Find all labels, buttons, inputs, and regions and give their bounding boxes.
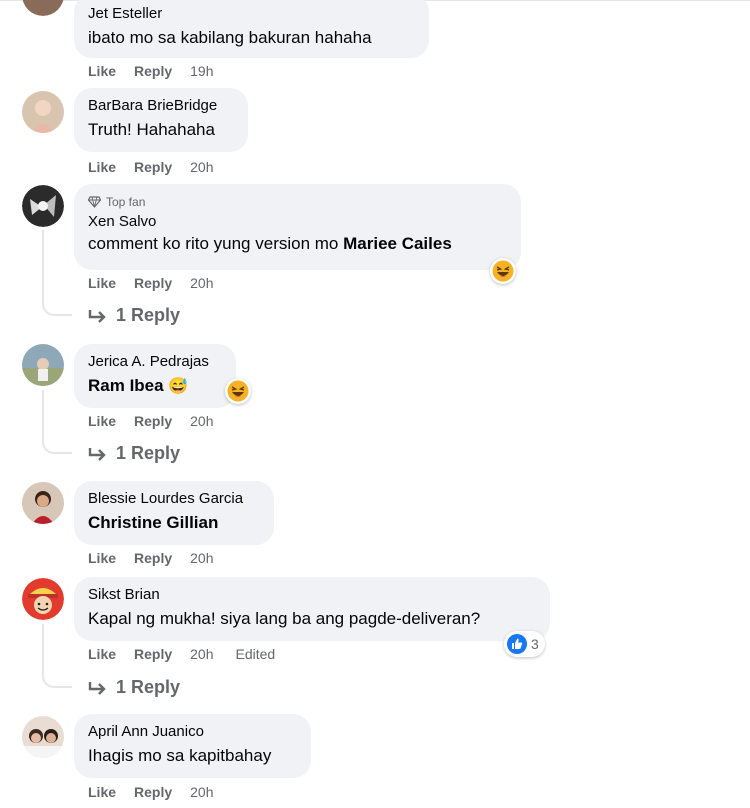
comment-timestamp[interactable]: 20h [190, 275, 213, 291]
comment-bubble: Jerica A. Pedrajas Ram Ibea 😅 [74, 344, 236, 408]
comment-timestamp[interactable]: 20h [190, 550, 213, 566]
thumbs-up-icon [507, 634, 527, 654]
edited-label[interactable]: Edited [236, 646, 276, 662]
reply-button[interactable]: Reply [134, 784, 172, 800]
comment-text: Christine Gillian [88, 513, 219, 532]
like-button[interactable]: Like [88, 784, 116, 800]
diamond-icon [88, 196, 101, 208]
comment-author[interactable]: April Ann Juanico [88, 722, 297, 742]
reply-button[interactable]: Reply [134, 275, 172, 291]
comment-text: Ihagis mo sa kapitbahay [88, 746, 272, 765]
comment-actions: Like Reply 20h [88, 550, 236, 566]
reply-arrow-icon [88, 681, 106, 695]
avatar[interactable] [22, 344, 64, 386]
reply-button[interactable]: Reply [134, 413, 172, 429]
reply-button[interactable]: Reply [134, 63, 172, 79]
comment-actions: Like Reply 20h [88, 159, 236, 175]
reply-thread-line [42, 390, 72, 454]
mention-link[interactable]: Mariee Cailes [343, 234, 452, 253]
like-button[interactable]: Like [88, 550, 116, 566]
reply-button[interactable]: Reply [134, 550, 172, 566]
reply-thread-line [42, 624, 72, 688]
comment-timestamp[interactable]: 20h [190, 159, 213, 175]
reaction-count: 3 [531, 636, 539, 652]
comment-bubble: BarBara BrieBridge Truth! Hahahaha [74, 88, 248, 152]
comment-text: comment ko rito yung version mo Mariee C… [88, 232, 507, 256]
haha-icon [492, 260, 514, 282]
comment-timestamp[interactable]: 20h [190, 413, 213, 429]
comment-bubble: Top fan Xen Salvo comment ko rito yung v… [74, 184, 521, 270]
like-button[interactable]: Like [88, 646, 116, 662]
comment-text: Kapal ng mukha! siya lang ba ang pagde-d… [88, 609, 481, 628]
comment-author[interactable]: Jerica A. Pedrajas [88, 352, 222, 372]
comment-text: ibato mo sa kabilang bakuran hahaha [88, 28, 372, 47]
top-fan-badge: Top fan [88, 194, 507, 210]
avatar[interactable] [22, 716, 64, 758]
like-button[interactable]: Like [88, 159, 116, 175]
haha-reaction[interactable] [225, 378, 251, 404]
avatar[interactable] [22, 91, 64, 133]
avatar[interactable] [22, 482, 64, 524]
like-button[interactable]: Like [88, 413, 116, 429]
comment-text: Ram Ibea 😅 [88, 374, 222, 399]
like-reaction[interactable]: 3 [504, 631, 545, 657]
comment-author[interactable]: Xen Salvo [88, 212, 507, 232]
comment-timestamp[interactable]: 20h [190, 784, 213, 800]
replies-count[interactable]: 1 Reply [116, 443, 180, 464]
reply-arrow-icon [88, 447, 106, 461]
like-button[interactable]: Like [88, 63, 116, 79]
comment-actions: Like Reply 20h [88, 275, 236, 291]
emoji: 😅 [168, 378, 189, 395]
comment-actions: Like Reply 20h [88, 413, 236, 429]
comment-bubble: Blessie Lourdes Garcia Christine Gillian [74, 481, 274, 545]
comment-bubble: Jet Esteller ibato mo sa kabilang bakura… [74, 0, 429, 58]
comment-actions: Like Reply 20h [88, 784, 236, 800]
comment-text: Truth! Hahahaha [88, 120, 215, 139]
replies-count[interactable]: 1 Reply [116, 677, 180, 698]
comment-bubble: April Ann Juanico Ihagis mo sa kapitbaha… [74, 714, 311, 778]
view-replies-link[interactable]: 1 Reply [88, 677, 180, 698]
comment-author[interactable]: Sikst Brian [88, 585, 536, 605]
view-replies-link[interactable]: 1 Reply [88, 443, 180, 464]
reply-thread-line [42, 230, 72, 316]
reply-arrow-icon [88, 309, 106, 323]
reply-button[interactable]: Reply [134, 159, 172, 175]
comment-actions: Like Reply 19h [88, 63, 236, 79]
comment-actions: Like Reply 20h Edited [88, 646, 275, 662]
haha-icon [227, 380, 249, 402]
avatar[interactable] [22, 0, 64, 16]
replies-count[interactable]: 1 Reply [116, 305, 180, 326]
comment-text-body: Ram Ibea [88, 376, 164, 395]
comment-author[interactable]: Jet Esteller [88, 4, 415, 24]
comment-timestamp[interactable]: 19h [190, 63, 213, 79]
view-replies-link[interactable]: 1 Reply [88, 305, 180, 326]
badge-label: Top fan [106, 195, 146, 209]
reply-button[interactable]: Reply [134, 646, 172, 662]
comment-timestamp[interactable]: 20h [190, 646, 213, 662]
haha-reaction[interactable] [490, 258, 516, 284]
comment-author[interactable]: BarBara BrieBridge [88, 96, 234, 116]
avatar[interactable] [22, 578, 64, 620]
avatar[interactable] [22, 185, 64, 227]
like-button[interactable]: Like [88, 275, 116, 291]
comment-text-body: comment ko rito yung version mo [88, 234, 344, 253]
comment-bubble: Sikst Brian Kapal ng mukha! siya lang ba… [74, 577, 550, 641]
comment-author[interactable]: Blessie Lourdes Garcia [88, 489, 260, 509]
